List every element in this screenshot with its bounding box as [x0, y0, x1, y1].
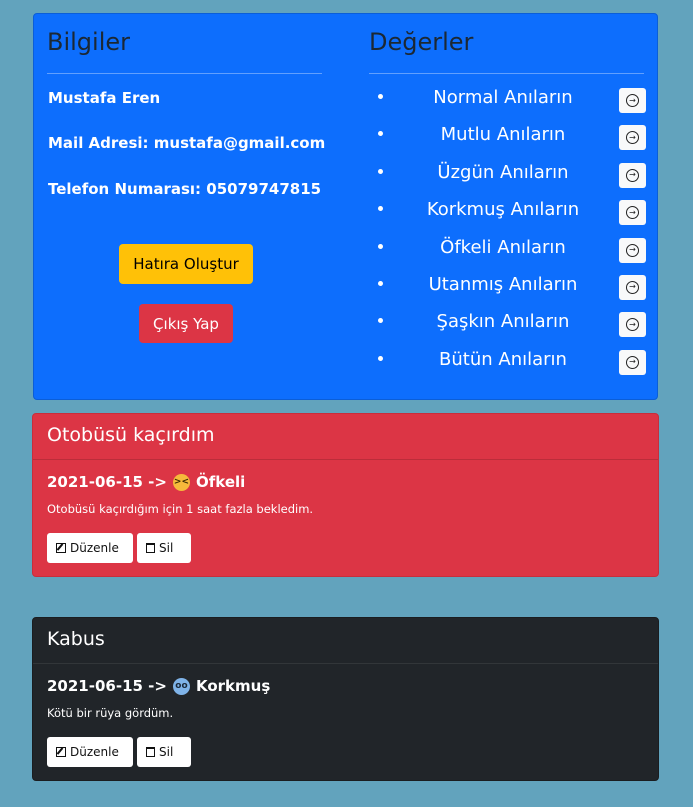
memory-card: Kabus 2021-06-15 -> oo Korkmuş Kötü bir … [32, 617, 659, 781]
pencil-square-icon [56, 543, 66, 553]
values-item-label: Bütün Anıların [439, 348, 567, 370]
values-item-sad: Üzgün Anıların → [370, 161, 646, 198]
bullet [378, 318, 383, 324]
memory-title: Kabus [47, 628, 105, 650]
values-item-happy: Mutlu Anıların → [370, 123, 646, 160]
edit-button[interactable]: Düzenle [47, 533, 133, 563]
delete-label: Sil [159, 745, 174, 759]
bullet [378, 280, 383, 286]
bullet [378, 243, 383, 249]
logout-button[interactable]: Çıkış Yap [139, 304, 233, 343]
values-item-normal: Normal Anıların → [370, 86, 646, 123]
bullet [378, 131, 383, 137]
values-item-ashamed: Utanmış Anıların → [370, 273, 646, 310]
bullet [378, 94, 383, 99]
memory-header: Otobüsü kaçırdım [33, 414, 658, 460]
edit-label: Düzenle [70, 745, 119, 759]
info-divider [47, 73, 322, 74]
values-list: Normal Anıların → Mutlu Anıların → Üzgün… [370, 86, 646, 385]
values-title: Değerler [369, 28, 474, 56]
user-email: Mail Adresi: mustafa@gmail.com [48, 134, 326, 152]
values-item-label: Utanmış Anıların [428, 273, 578, 295]
go-ashamed-button[interactable]: → [619, 274, 646, 300]
values-divider [369, 73, 644, 74]
bullet [378, 168, 383, 174]
values-item-all: Bütün Anıların → [370, 348, 646, 385]
arrow-right-circle-icon: → [626, 243, 639, 257]
memory-header: Kabus [33, 618, 658, 664]
bullet [378, 206, 383, 212]
values-item-label: Şaşkın Anıların [436, 311, 570, 333]
arrow-right-circle-icon: → [626, 318, 639, 332]
memory-date: 2021-06-15 -> [47, 473, 167, 491]
memory-meta: 2021-06-15 -> oo Korkmuş [47, 677, 270, 695]
memory-title: Otobüsü kaçırdım [47, 424, 215, 446]
go-sad-button[interactable]: → [619, 162, 646, 188]
fearful-face-icon: oo [172, 677, 190, 695]
arrow-right-circle-icon: → [626, 280, 639, 294]
values-item-label: Öfkeli Anıların [440, 236, 566, 258]
trash-icon [146, 543, 155, 553]
delete-button[interactable]: Sil [137, 533, 191, 563]
delete-button[interactable]: Sil [137, 737, 191, 767]
memory-date: 2021-06-15 -> [47, 677, 167, 695]
delete-label: Sil [159, 541, 174, 555]
trash-icon [146, 747, 155, 757]
values-item-surprised: Şaşkın Anıların → [370, 310, 646, 347]
go-angry-button[interactable]: → [619, 237, 646, 263]
pencil-square-icon [56, 747, 66, 757]
go-scared-button[interactable]: → [619, 200, 646, 226]
arrow-right-circle-icon: → [626, 94, 639, 107]
values-item-label: Üzgün Anıların [437, 161, 569, 183]
memory-description: Otobüsü kaçırdığım için 1 saat fazla bek… [47, 502, 314, 516]
values-item-label: Normal Anıların [433, 87, 573, 108]
values-item-angry: Öfkeli Anıların → [370, 236, 646, 273]
edit-label: Düzenle [70, 541, 119, 555]
user-name: Mustafa Eren [48, 89, 161, 107]
values-item-label: Mutlu Anıların [440, 124, 566, 146]
arrow-right-circle-icon: → [626, 168, 639, 182]
arrow-right-circle-icon: → [626, 206, 639, 220]
info-title: Bilgiler [47, 28, 131, 56]
go-normal-button[interactable]: → [619, 88, 646, 113]
profile-card: Bilgiler Mustafa Eren Mail Adresi: musta… [33, 13, 658, 400]
memory-card: Otobüsü kaçırdım 2021-06-15 -> >< Öfkeli… [32, 413, 659, 577]
memory-meta: 2021-06-15 -> >< Öfkeli [47, 473, 245, 491]
angry-face-icon: >< [172, 473, 190, 491]
bullet [378, 355, 383, 361]
memory-mood: Korkmuş [195, 677, 271, 695]
user-phone: Telefon Numarası: 05079747815 [48, 180, 322, 198]
create-memory-button[interactable]: Hatıra Oluştur [119, 244, 253, 284]
arrow-right-circle-icon: → [626, 131, 639, 145]
memory-description: Kötü bir rüya gördüm. [47, 706, 174, 720]
go-surprised-button[interactable]: → [619, 312, 646, 338]
values-item-scared: Korkmuş Anıların → [370, 198, 646, 235]
memory-mood: Öfkeli [195, 473, 246, 491]
arrow-right-circle-icon: → [626, 355, 639, 369]
go-all-button[interactable]: → [619, 349, 646, 375]
edit-button[interactable]: Düzenle [47, 737, 133, 767]
values-item-label: Korkmuş Anıların [426, 199, 580, 221]
go-happy-button[interactable]: → [619, 125, 646, 151]
